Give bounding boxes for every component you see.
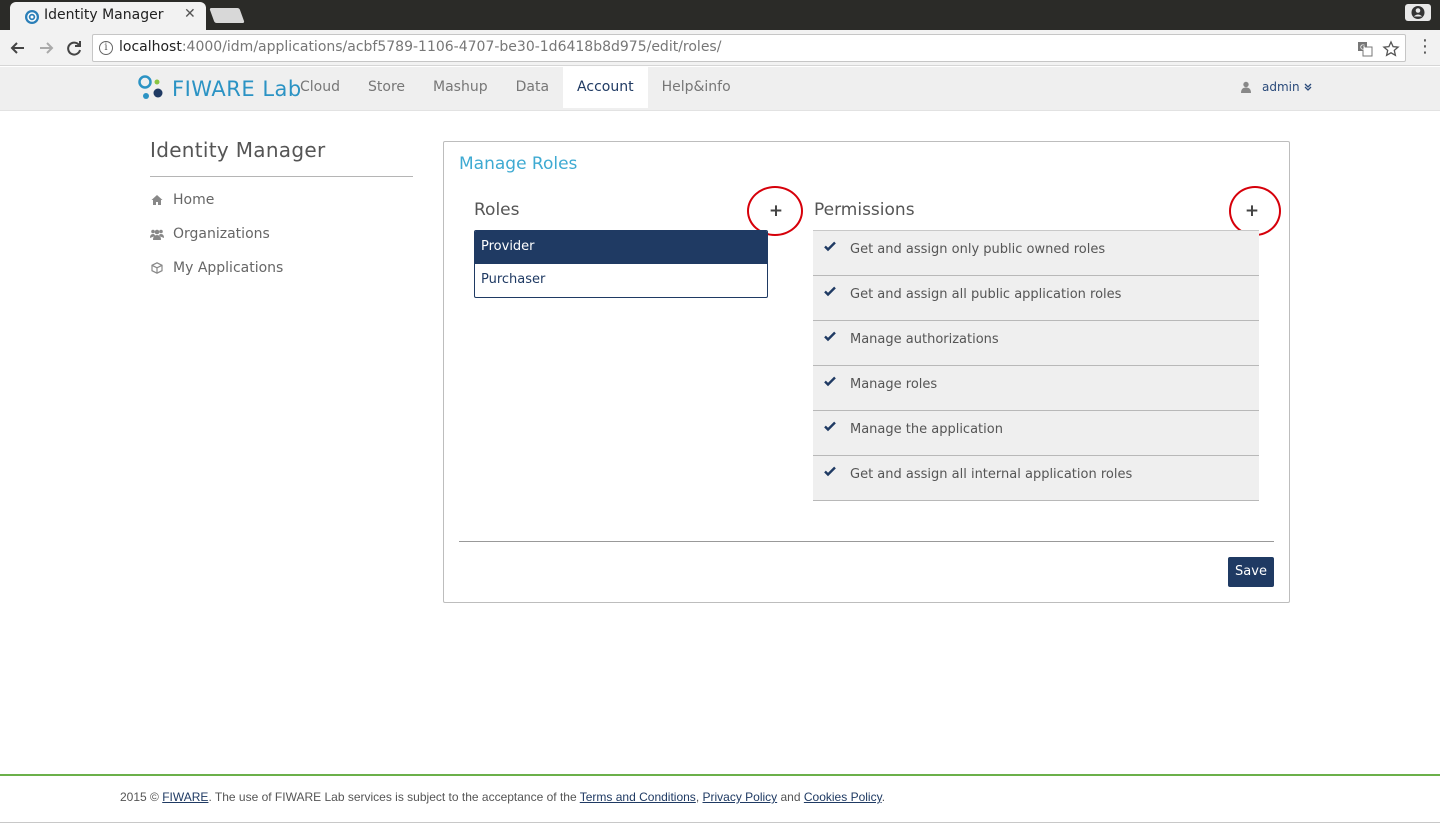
tab-close-icon[interactable]: ✕ — [184, 6, 196, 22]
translate-icon[interactable]: G — [1357, 41, 1373, 57]
browser-toolbar: i localhost:4000/idm/applications/acbf57… — [0, 30, 1440, 66]
address-bar[interactable]: i localhost:4000/idm/applications/acbf57… — [92, 34, 1406, 62]
nav-data[interactable]: Data — [502, 67, 563, 108]
profile-button[interactable] — [1405, 4, 1431, 21]
manage-roles-panel: Manage Roles Roles + Permissions + Provi… — [443, 141, 1290, 603]
permission-item[interactable]: Get and assign all public application ro… — [813, 276, 1259, 321]
nav-cloud[interactable]: Cloud — [286, 67, 354, 108]
home-icon — [151, 195, 163, 205]
main-nav: Cloud Store Mashup Data Account Help&inf… — [286, 67, 745, 111]
permission-label: Get and assign only public owned roles — [850, 242, 1106, 257]
browser-menu-icon[interactable]: ⋮ — [1416, 37, 1434, 57]
panel-divider — [459, 541, 1274, 542]
chevron-down-icon — [1304, 83, 1312, 91]
roles-heading: Roles — [474, 200, 520, 220]
footer: 2015 © FIWARE. The use of FIWARE Lab ser… — [0, 774, 1440, 824]
sidebar-item-label: My Applications — [173, 260, 284, 276]
reload-icon[interactable] — [63, 37, 85, 59]
cube-icon — [151, 262, 163, 274]
sidebar-item-organizations[interactable]: Organizations — [150, 217, 413, 251]
roles-list: Provider Purchaser — [474, 230, 768, 298]
browser-tabstrip: Identity Manager ✕ — [0, 0, 1440, 30]
back-arrow-icon[interactable] — [7, 37, 29, 59]
cookies-policy-link[interactable]: Cookies Policy — [804, 790, 882, 804]
permissions-heading: Permissions — [814, 200, 915, 220]
site-header: FIWARE Lab Cloud Store Mashup Data Accou… — [0, 67, 1440, 111]
logo-fiware-text: FIWARE — [172, 77, 256, 101]
permission-item[interactable]: Get and assign all internal application … — [813, 456, 1259, 501]
sidebar-item-my-applications[interactable]: My Applications — [150, 251, 413, 285]
permission-label: Manage roles — [850, 377, 938, 392]
permission-item[interactable]: Get and assign only public owned roles — [813, 231, 1259, 276]
check-icon — [824, 241, 836, 252]
sidebar-title: Identity Manager — [150, 138, 413, 177]
site-info-icon[interactable]: i — [99, 41, 113, 55]
bookmark-star-icon[interactable] — [1382, 40, 1400, 58]
svg-text:G: G — [1360, 44, 1365, 52]
username: admin — [1262, 80, 1300, 94]
fiware-favicon-icon — [25, 10, 39, 24]
terms-link[interactable]: Terms and Conditions — [580, 790, 696, 804]
permission-label: Manage the application — [850, 422, 1003, 437]
nav-mashup[interactable]: Mashup — [419, 67, 502, 108]
check-icon — [824, 331, 836, 342]
browser-tab[interactable]: Identity Manager ✕ — [10, 2, 206, 30]
tab-title: Identity Manager — [44, 7, 164, 23]
check-icon — [824, 466, 836, 477]
permission-label: Get and assign all internal application … — [850, 467, 1133, 482]
forward-arrow-icon[interactable] — [35, 37, 57, 59]
permission-label: Manage authorizations — [850, 332, 999, 347]
user-menu[interactable]: admin — [1240, 80, 1313, 94]
role-item-purchaser[interactable]: Purchaser — [475, 264, 767, 297]
role-item-provider[interactable]: Provider — [475, 231, 767, 264]
check-icon — [824, 286, 836, 297]
add-role-button[interactable]: + — [764, 199, 788, 223]
permission-item[interactable]: Manage roles — [813, 366, 1259, 411]
users-icon — [150, 229, 164, 240]
fiware-lab-logo[interactable]: FIWARE Lab — [138, 74, 302, 104]
new-tab-button[interactable] — [209, 8, 245, 23]
footer-text: 2015 © FIWARE. The use of FIWARE Lab ser… — [120, 790, 886, 804]
save-button[interactable]: Save — [1228, 557, 1274, 587]
profile-icon — [1411, 6, 1425, 19]
user-icon — [1241, 81, 1251, 93]
sidebar-item-home[interactable]: Home — [150, 183, 413, 217]
permission-item[interactable]: Manage authorizations — [813, 321, 1259, 366]
fiware-link[interactable]: FIWARE — [162, 790, 208, 804]
footer-bottom-border — [0, 822, 1440, 823]
add-permission-button[interactable]: + — [1240, 199, 1264, 223]
panel-title: Manage Roles — [459, 154, 578, 174]
check-icon — [824, 421, 836, 432]
nav-account[interactable]: Account — [563, 67, 648, 108]
nav-store[interactable]: Store — [354, 67, 419, 108]
sidebar-item-label: Home — [173, 192, 215, 208]
privacy-policy-link[interactable]: Privacy Policy — [702, 790, 777, 804]
fiware-logo-icon — [138, 75, 163, 99]
check-icon — [824, 376, 836, 387]
sidebar-item-label: Organizations — [173, 226, 270, 242]
sidebar: Identity Manager Home Organizations My A… — [150, 138, 413, 285]
permissions-list: Get and assign only public owned roles G… — [813, 230, 1259, 501]
permission-label: Get and assign all public application ro… — [850, 287, 1122, 302]
url-text: localhost:4000/idm/applications/acbf5789… — [119, 39, 722, 55]
nav-help-info[interactable]: Help&info — [648, 67, 745, 108]
permission-item[interactable]: Manage the application — [813, 411, 1259, 456]
